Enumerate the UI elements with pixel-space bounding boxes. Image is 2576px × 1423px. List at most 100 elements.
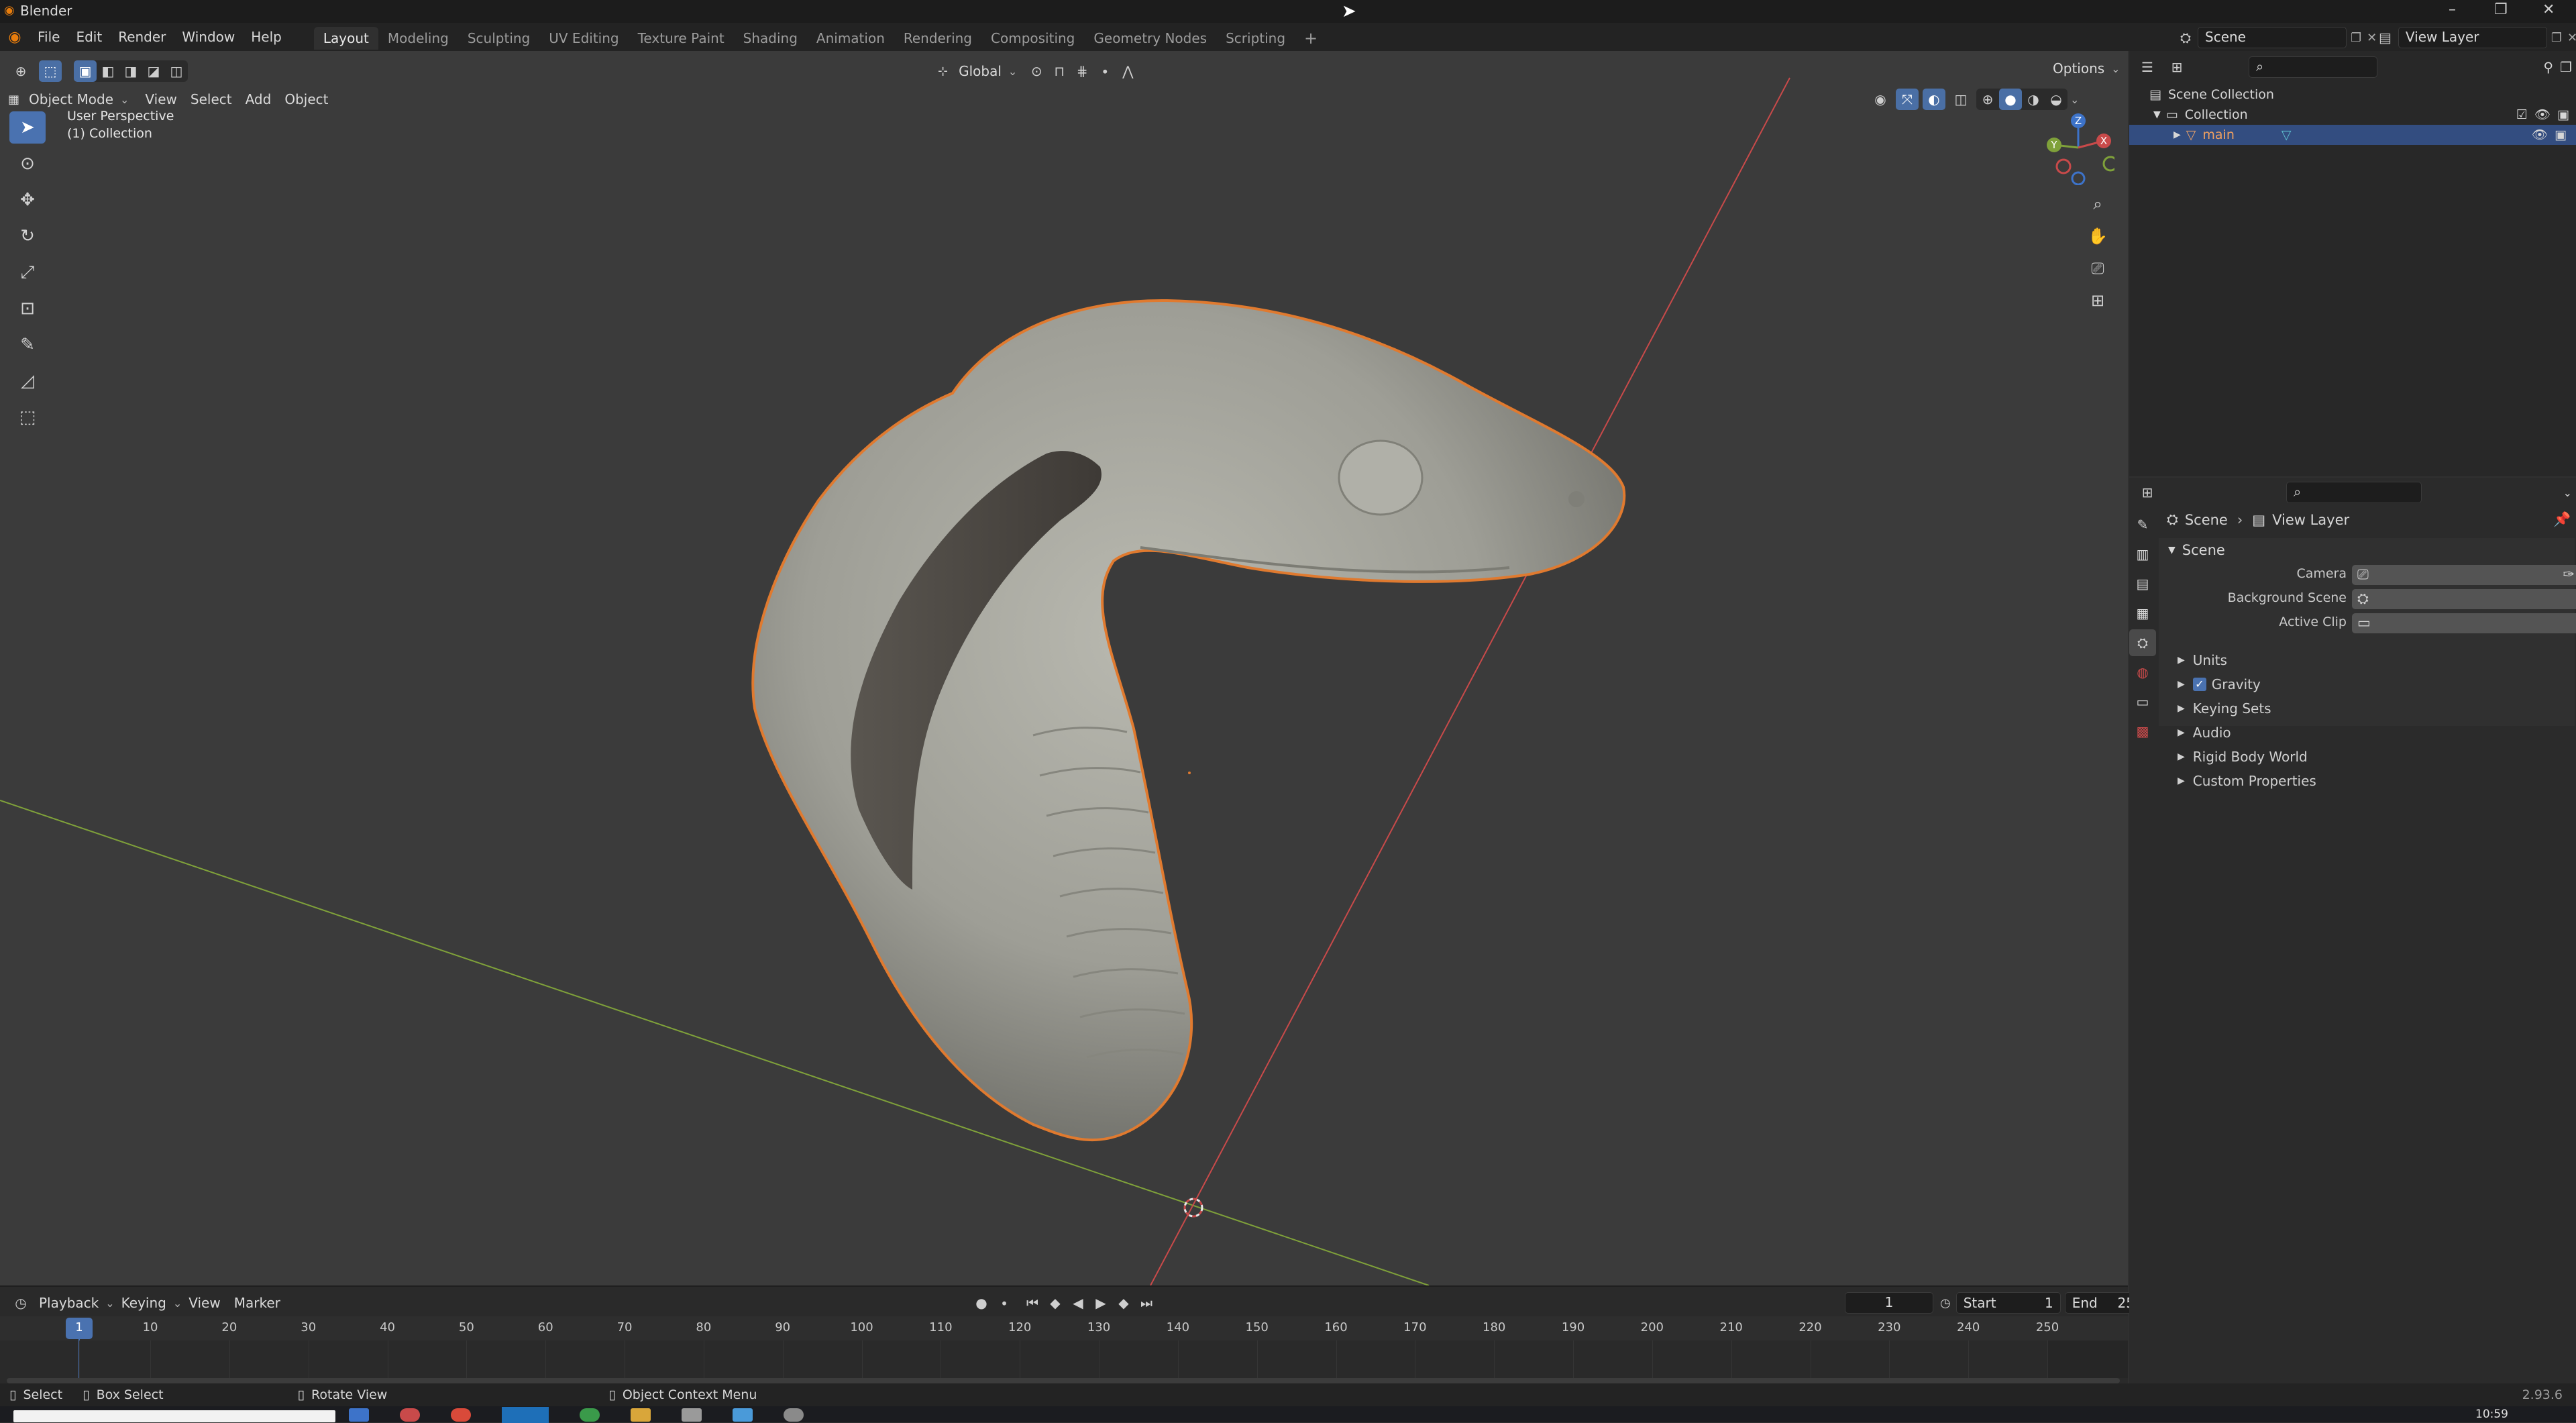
select-invert-icon[interactable]: ◪ <box>142 60 165 82</box>
editor-type-icon[interactable]: ⊕ <box>9 60 32 82</box>
pivot-point-icon[interactable]: ⊙ <box>1025 60 1048 82</box>
auto-key-icon[interactable]: ● <box>970 1292 993 1314</box>
outliner-row-collection[interactable]: ▼ ▭ Collection ☑ 👁 ▣ <box>2153 105 2569 125</box>
collection-visibility-icon[interactable]: 👁 <box>2534 105 2551 125</box>
current-frame-field[interactable]: 1 <box>1845 1292 1933 1314</box>
expand-arrow-icon[interactable]: ▶ <box>2174 125 2181 145</box>
properties-options-icon[interactable]: ⌄ <box>2563 486 2572 499</box>
new-view-layer-icon[interactable]: ❐ <box>2551 31 2562 45</box>
zoom-icon[interactable]: ⌕ <box>2082 189 2113 219</box>
select-intersect-icon[interactable]: ◫ <box>165 60 188 82</box>
rendered-shading-icon[interactable]: ◒ <box>2045 89 2068 110</box>
jump-end-icon[interactable]: ⏭ <box>1135 1292 1158 1314</box>
tab-scripting[interactable]: Scripting <box>1216 27 1295 50</box>
taskbar-active-app-icon[interactable] <box>502 1407 549 1423</box>
taskbar-search-box[interactable] <box>13 1410 335 1422</box>
menu-select[interactable]: Select <box>184 89 239 110</box>
blender-menu-icon[interactable]: ◉ <box>0 29 30 46</box>
maximize-button[interactable]: ❐ <box>2494 1 2508 18</box>
tool-transform-icon[interactable]: ⊡ <box>9 293 46 325</box>
snap-target-icon[interactable]: ⋕ <box>1071 60 1093 82</box>
pin-icon[interactable]: 📌 <box>2553 511 2571 528</box>
menu-view[interactable]: View <box>138 89 183 110</box>
properties-editor-type-icon[interactable]: ⊞ <box>2136 482 2159 503</box>
tab-sculpting[interactable]: Sculpting <box>458 27 539 50</box>
tab-uv-editing[interactable]: UV Editing <box>539 27 628 50</box>
collection-tab-icon[interactable]: ▭ <box>2129 688 2156 715</box>
tab-animation[interactable]: Animation <box>807 27 894 50</box>
taskbar-app-icon[interactable] <box>631 1408 651 1422</box>
background-scene-field[interactable]: ⛭ <box>2352 589 2576 609</box>
subpanel-units[interactable]: ▶ Units <box>2178 652 2227 668</box>
display-mode-icon[interactable]: ⊞ <box>2165 56 2188 78</box>
view-layer-tab-icon[interactable]: ▦ <box>2129 600 2156 627</box>
outliner[interactable]: ☰ ⊞ ⌕ ⚲ ❐ ▤ Scene Collection ▼ ▭ Collect… <box>2129 51 2576 476</box>
tool-scale-icon[interactable]: ⤢ <box>9 256 46 288</box>
keying-set-icon[interactable]: ∙ <box>993 1292 1016 1314</box>
tool-add-cube-icon[interactable]: ⬚ <box>9 401 46 433</box>
menu-playback[interactable]: Playback <box>32 1292 105 1314</box>
xray-toggle-icon[interactable]: ◫ <box>1949 89 1972 110</box>
wireframe-shading-icon[interactable]: ⊕ <box>1976 89 1999 110</box>
mode-dropdown[interactable]: Object Mode <box>22 89 120 110</box>
world-tab-icon[interactable]: ◍ <box>2129 659 2156 686</box>
output-tab-icon[interactable]: ▤ <box>2129 570 2156 597</box>
delete-scene-icon[interactable]: ✕ <box>2367 31 2377 45</box>
taskbar-app-icon[interactable] <box>682 1408 702 1422</box>
tab-compositing[interactable]: Compositing <box>981 27 1084 50</box>
preview-range-icon[interactable]: ◷ <box>1940 1296 1951 1310</box>
tool-annotate-icon[interactable]: ✎ <box>9 329 46 361</box>
close-button[interactable]: ✕ <box>2542 1 2555 18</box>
select-extend-icon[interactable]: ◧ <box>97 60 119 82</box>
object-render-icon[interactable]: ▣ <box>2555 125 2567 145</box>
tab-texture-paint[interactable]: Texture Paint <box>629 27 734 50</box>
timeline-scrollbar[interactable] <box>7 1378 2120 1383</box>
menu-window[interactable]: Window <box>174 23 243 51</box>
prev-keyframe-icon[interactable]: ◆ <box>1044 1292 1067 1314</box>
new-scene-icon[interactable]: ❐ <box>2351 31 2361 45</box>
add-workspace-button[interactable]: + <box>1295 27 1327 50</box>
texture-tab-icon[interactable]: ▩ <box>2129 718 2156 745</box>
3d-viewport[interactable]: ⊕ ⬚ ▣ ◧ ◨ ◪ ◫ ⊹ Global ⌄ ⊙ ⊓ ⋕ ∙ ⋀ Optio… <box>0 51 2128 1285</box>
tool-select-box-icon[interactable]: ➤ <box>9 111 46 144</box>
jump-start-icon[interactable]: ⏮ <box>1021 1292 1044 1314</box>
select-subtract-icon[interactable]: ◨ <box>119 60 142 82</box>
gravity-checkbox[interactable]: ✓ <box>2192 678 2206 691</box>
ortho-toggle-icon[interactable]: ⊞ <box>2082 285 2113 316</box>
menu-marker[interactable]: Marker <box>227 1292 287 1314</box>
navigation-gizmo[interactable]: Z X Y ⌕ ✋ ⎚ ⊞ <box>2034 111 2118 310</box>
subpanel-audio[interactable]: ▶ Audio <box>2178 725 2231 741</box>
menu-keying[interactable]: Keying <box>115 1292 173 1314</box>
properties-editor[interactable]: ⊞ ⌕ ⌄ ✎ ▥ ▤ ▦ ⛭ ◍ ▭ ▩ ⛭ Scene › ▤ View L… <box>2129 478 2576 1383</box>
object-visibility-icon[interactable]: 👁 <box>2532 125 2548 145</box>
taskbar-app-icon[interactable] <box>400 1408 420 1422</box>
subpanel-gravity[interactable]: ▶ ✓ Gravity <box>2178 676 2261 692</box>
tab-rendering[interactable]: Rendering <box>894 27 981 50</box>
proportional-edit-icon[interactable]: ∙ <box>1093 60 1116 82</box>
camera-eyedropper-icon[interactable]: ✑ <box>2563 566 2575 582</box>
taskbar-app-icon[interactable] <box>451 1408 471 1422</box>
taskbar-app-icon[interactable] <box>784 1408 804 1422</box>
render-tab-icon[interactable]: ▥ <box>2129 541 2156 568</box>
scene-tab-icon[interactable]: ⛭ <box>2129 629 2156 656</box>
delete-view-layer-icon[interactable]: ✕ <box>2567 31 2576 45</box>
view-layer-selector[interactable]: ▤ View Layer ❐ ✕ <box>2379 27 2576 48</box>
menu-help[interactable]: Help <box>243 23 290 51</box>
gizmo-toggle-icon[interactable]: ⤧ <box>1896 89 1919 110</box>
tab-shading[interactable]: Shading <box>734 27 807 50</box>
subpanel-rigid-body-world[interactable]: ▶ Rigid Body World <box>2178 749 2308 765</box>
tab-layout[interactable]: Layout <box>313 27 378 50</box>
frame-ruler[interactable]: 1 10 20 30 40 50 60 70 80 90 100 110 120 130 140 150 160… <box>0 1316 2128 1340</box>
timeline-editor-type-icon[interactable]: ◷ <box>9 1292 32 1314</box>
collapse-arrow-icon[interactable]: ▼ <box>2153 105 2161 125</box>
taskbar-app-icon[interactable] <box>349 1408 369 1422</box>
outliner-editor-type-icon[interactable]: ☰ <box>2136 56 2159 78</box>
material-shading-icon[interactable]: ◑ <box>2022 89 2045 110</box>
new-collection-icon[interactable]: ❐ <box>2560 59 2572 75</box>
outliner-row-main[interactable]: ▶ ▽ main ▽ 👁 ▣ <box>2129 125 2576 145</box>
tool-tab-icon[interactable]: ✎ <box>2129 511 2156 538</box>
menu-add[interactable]: Add <box>239 89 278 110</box>
taskbar-app-icon[interactable] <box>580 1408 600 1422</box>
select-tool-icon[interactable]: ⬚ <box>39 60 62 82</box>
next-keyframe-icon[interactable]: ◆ <box>1112 1292 1135 1314</box>
